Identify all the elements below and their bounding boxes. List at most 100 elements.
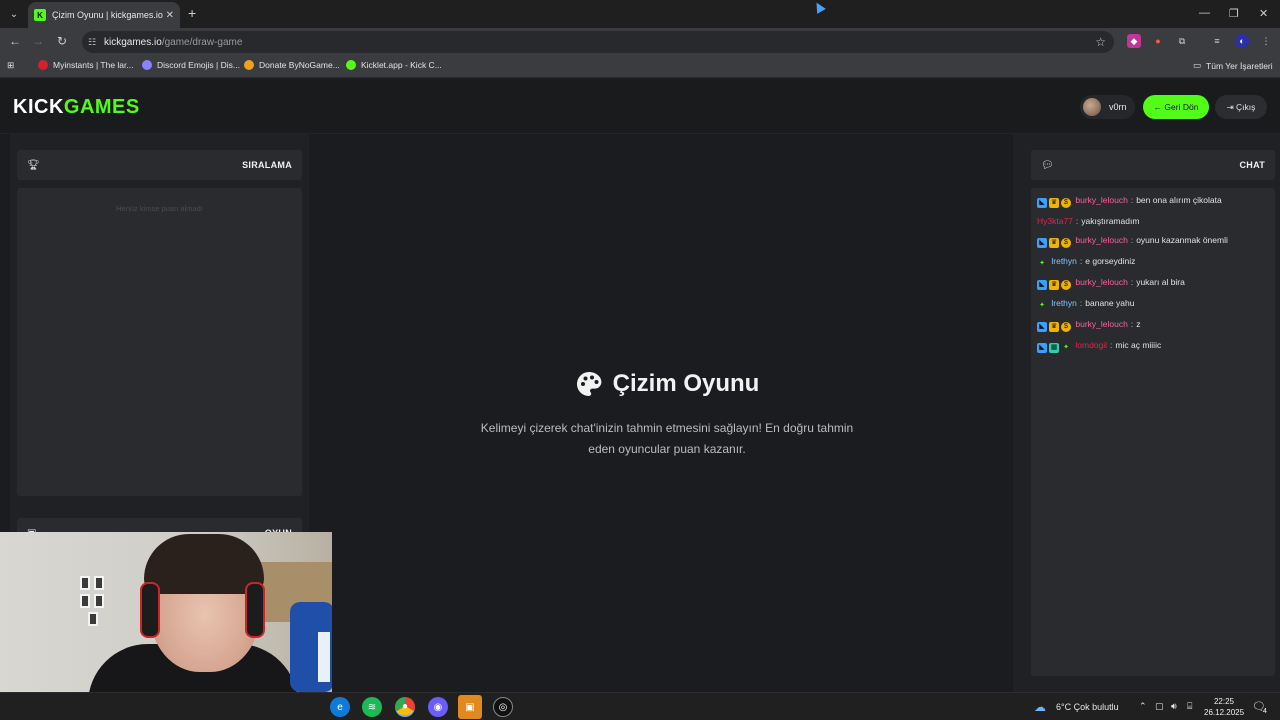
bookmark-star-icon[interactable]: ☆ — [1095, 35, 1106, 49]
subscriber-badge-icon: ▦ — [1049, 343, 1059, 353]
tab-search-icon[interactable]: ⌄ — [6, 6, 22, 22]
headphone-right — [245, 582, 265, 638]
chat-message: ◣ ♛ $ burky_lelouch: ben ona alırım çikolat… — [1037, 194, 1269, 208]
apps-grid-icon[interactable]: ⊞ — [7, 60, 14, 71]
tray-chevron-icon[interactable]: ⌃ — [1139, 701, 1147, 712]
new-tab-icon[interactable]: + — [188, 6, 196, 20]
badge-icon: ◣ — [1037, 343, 1047, 353]
browser-tab-active[interactable]: K Çizim Oyunu | kickgames.io ✕ — [28, 2, 180, 28]
bookmark-item[interactable]: Kicklet.app - Kick C... — [346, 60, 442, 70]
site-info-icon[interactable]: ☷ — [88, 37, 104, 48]
spotify-icon[interactable]: ≋ — [362, 697, 382, 717]
chat-text: mic aç miiiic — [1115, 340, 1162, 350]
tab-title: Çizim Oyunu | kickgames.io — [52, 10, 163, 20]
clock-date: 26.12.2025 — [1204, 708, 1245, 717]
extension-icon[interactable]: ◆ — [1127, 34, 1141, 48]
game-area: Çizim Oyunu Kelimeyi çizerek chat'inizin… — [320, 134, 1014, 692]
chat-message: ◣ ♛ $ burky_lelouch: oyunu kazanmak önemli — [1037, 234, 1269, 248]
chat-text: yukarı al bira — [1136, 277, 1185, 287]
menu-kebab-icon[interactable]: ⋮ — [1259, 34, 1273, 48]
bookmark-favicon-icon — [142, 60, 152, 70]
chat-username[interactable]: lomdogil — [1075, 340, 1107, 350]
user-profile[interactable]: v0rn — [1080, 95, 1135, 119]
edge-icon[interactable]: e — [330, 697, 350, 717]
chat-message: Hy3kta77: yakıştıramadım — [1037, 216, 1140, 226]
network-icon[interactable]: ⌸ — [1187, 701, 1192, 712]
chat-username[interactable]: burky_lelouch — [1075, 195, 1127, 205]
clock-time: 22:25 — [1213, 697, 1235, 706]
chat-username[interactable]: burky_lelouch — [1075, 319, 1127, 329]
game-description: Kelimeyi çizerek chat'inizin tahmin etme… — [480, 421, 854, 456]
chat-username[interactable]: lrethyn — [1051, 298, 1077, 308]
bookmark-item[interactable]: Myinstants | The lar... — [38, 60, 133, 70]
weather-text[interactable]: 6°C Çok bulutlu — [1056, 702, 1119, 712]
app-window-icon[interactable]: ▣ — [458, 695, 482, 719]
chat-username[interactable]: Hy3kta77 — [1037, 216, 1073, 226]
leaderboard-list: Henüz kimse puan almadı — [17, 188, 302, 496]
chat-text: banane yahu — [1085, 298, 1135, 308]
coin-badge-icon: $ — [1061, 322, 1071, 332]
chat-text: oyunu kazanmak önemli — [1136, 235, 1228, 245]
chat-message: ◣ ♛ $ burky_lelouch: z — [1037, 318, 1269, 332]
extension-fire-icon[interactable]: ● — [1151, 34, 1165, 48]
badge-icon: ◣ — [1037, 238, 1047, 248]
media-control-icon[interactable]: ≡ — [1210, 34, 1224, 48]
palette-icon — [576, 372, 602, 396]
bookmark-favicon-icon — [346, 60, 356, 70]
trophy-icon: 🏆︎ — [27, 159, 40, 171]
chat-text: yakıştıramadım — [1081, 216, 1140, 226]
minimize-icon[interactable]: — — [1199, 7, 1210, 19]
windows-taskbar: e ≋ ● ◉ ▣ ◎ ☁ 6°C Çok bulutlu ⌃ ▢ 🔊︎ ⌸ 2… — [0, 692, 1280, 720]
close-window-icon[interactable]: ✕ — [1259, 7, 1268, 20]
restore-icon[interactable]: ❐ — [1229, 7, 1239, 20]
tray-device-icon[interactable]: ▢ — [1155, 701, 1164, 712]
profile-icon[interactable]: ◐ — [1235, 34, 1249, 48]
badge-icon: ◣ — [1037, 198, 1047, 208]
bookmark-item[interactable]: Donate ByNoGame... — [244, 60, 340, 70]
obs-icon[interactable]: ◎ — [493, 697, 513, 717]
sparkle-badge-icon: ✦ — [1039, 302, 1045, 309]
all-bookmarks-folder[interactable]: ▭ Tüm Yer İşaretleri — [1193, 60, 1273, 71]
chat-text: e gorseydiniz — [1085, 256, 1136, 266]
site-header: KICKGAMES v0rn ← Geri Dön ⇥ Çıkış — [0, 80, 1280, 134]
webcam-overlay — [0, 532, 332, 692]
chat-message: ✦ lrethyn: banane yahu — [1037, 297, 1269, 311]
tab-close-icon[interactable]: ✕ — [166, 10, 174, 21]
discord-icon[interactable]: ◉ — [428, 697, 448, 717]
crown-badge-icon: ♛ — [1049, 280, 1059, 290]
browser-tab-strip: ⌄ K Çizim Oyunu | kickgames.io ✕ + — ❐ ✕ — [0, 0, 1280, 28]
folder-icon: ▭ — [1193, 60, 1202, 70]
reload-icon[interactable]: ↻ — [54, 34, 70, 48]
extensions-puzzle-icon[interactable]: ⧉ — [1175, 34, 1189, 48]
address-bar[interactable]: ☷ kickgames.io /game/draw-game ☆ — [82, 31, 1114, 53]
leaderboard-empty-text: Henüz kimse puan almadı — [116, 204, 203, 213]
wall-frame — [80, 576, 90, 590]
chat-username[interactable]: lrethyn — [1051, 256, 1077, 266]
chat-message: ✦ lrethyn: e gorseydiniz — [1037, 255, 1269, 269]
weather-cloud-icon: ☁ — [1034, 700, 1046, 714]
volume-icon[interactable]: 🔊︎ — [1171, 701, 1177, 712]
logout-button[interactable]: ⇥ Çıkış — [1215, 95, 1267, 119]
all-bookmarks-label: Tüm Yer İşaretleri — [1206, 60, 1273, 71]
system-clock[interactable]: 22:25 26.12.2025 — [1204, 696, 1244, 718]
chrome-icon[interactable]: ● — [395, 697, 415, 717]
bookmark-label: Myinstants | The lar... — [53, 60, 134, 70]
sparkle-badge-icon: ✦ — [1063, 344, 1069, 351]
bookmark-item[interactable]: Discord Emojis | Dis... — [142, 60, 240, 70]
kickgames-logo[interactable]: KICKGAMES — [13, 96, 140, 119]
go-back-button[interactable]: ← Geri Dön — [1143, 95, 1209, 119]
chat-bubbles-icon: 💬︎ — [1041, 159, 1054, 171]
chat-username[interactable]: burky_lelouch — [1075, 277, 1127, 287]
logo-games: GAMES — [63, 96, 140, 118]
chat-message: ◣ ▦ ✦ lomdogil: mic aç miiiic — [1037, 339, 1269, 353]
wall-frame — [88, 612, 98, 626]
bookmarks-bar: ⊞ Myinstants | The lar... Discord Emojis… — [0, 56, 1280, 78]
wall-frame — [80, 594, 90, 608]
back-arrow-icon[interactable]: ← — [7, 34, 23, 48]
chat-message: ◣ ♛ $ burky_lelouch: yukarı al bira — [1037, 276, 1269, 290]
browser-toolbar: ← → ↻ ☷ kickgames.io /game/draw-game ☆ ◆… — [0, 28, 1280, 56]
bookmark-label: Donate ByNoGame... — [259, 60, 340, 70]
crown-badge-icon: ♛ — [1049, 198, 1059, 208]
forward-arrow-icon[interactable]: → — [30, 34, 46, 48]
chat-username[interactable]: burky_lelouch — [1075, 235, 1127, 245]
